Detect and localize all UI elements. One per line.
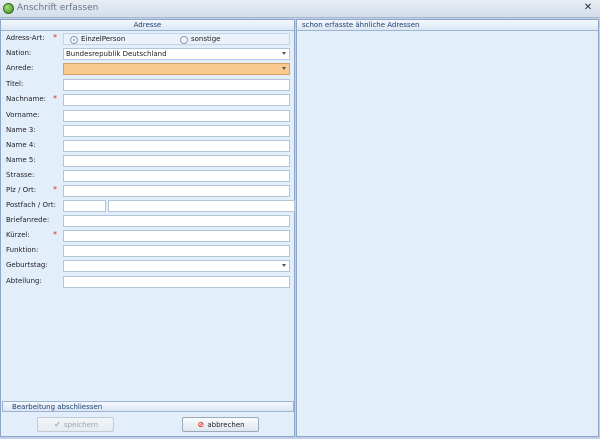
- radio-einzelperson-label: EinzelPerson: [81, 35, 126, 43]
- postfach-ort-label: Postfach / Ort:: [6, 201, 56, 209]
- nation-value: Bundesrepublik Deutschland: [66, 50, 167, 58]
- geburtstag-select[interactable]: [63, 260, 290, 272]
- titel-input[interactable]: [63, 79, 290, 91]
- name4-label: Name 4:: [6, 141, 36, 149]
- funktion-label: Funktion:: [6, 246, 39, 254]
- postfach-input[interactable]: [63, 200, 106, 212]
- name4-input[interactable]: [63, 140, 290, 152]
- required-marker: *: [53, 94, 57, 103]
- radio-sonstige-label: sonstige: [191, 35, 221, 43]
- strasse-label: Strasse:: [6, 171, 35, 179]
- adress-art-label: Adress-Art:: [6, 34, 45, 42]
- row-funktion: Funktion:: [1, 245, 296, 257]
- nation-label: Nation:: [6, 49, 32, 57]
- save-button-label: speichern: [63, 421, 99, 429]
- adress-art-radio-group: EinzelPerson sonstige: [63, 33, 290, 45]
- row-name3: Name 3:: [1, 125, 296, 137]
- vorname-label: Vorname:: [6, 111, 40, 119]
- plz-ort-label: Plz / Ort:: [6, 186, 37, 194]
- required-marker: *: [53, 33, 57, 42]
- radio-checked-icon: [70, 36, 78, 44]
- plz-ort-input[interactable]: [63, 185, 290, 197]
- abteilung-label: Abteilung:: [6, 277, 42, 285]
- row-geburtstag: Geburtstag:: [1, 260, 296, 272]
- chevron-down-icon: [282, 67, 286, 70]
- dialog-body: Adresse Adress-Art: * EinzelPerson sonst…: [0, 18, 600, 439]
- row-vorname: Vorname:: [1, 110, 296, 122]
- stop-icon: ⊘: [197, 420, 205, 429]
- row-name5: Name 5:: [1, 155, 296, 167]
- name5-label: Name 5:: [6, 156, 36, 164]
- nachname-input[interactable]: [63, 94, 290, 106]
- radio-unchecked-icon: [180, 36, 188, 44]
- address-panel: Adresse Adress-Art: * EinzelPerson sonst…: [0, 19, 295, 437]
- close-button[interactable]: ✕: [582, 2, 594, 14]
- cancel-button[interactable]: ⊘ abbrechen: [182, 417, 259, 432]
- row-nation: Nation: Bundesrepublik Deutschland: [1, 48, 296, 60]
- vorname-input[interactable]: [63, 110, 290, 122]
- app-icon: [3, 3, 14, 14]
- nachname-label: Nachname:: [6, 95, 47, 103]
- anrede-select[interactable]: [63, 63, 290, 75]
- row-anrede: Anrede:: [1, 63, 296, 75]
- row-briefanrede: Briefanrede:: [1, 215, 296, 227]
- briefanrede-label: Briefanrede:: [6, 216, 50, 224]
- row-postfach-ort: Postfach / Ort:: [1, 200, 296, 212]
- title-bar: Anschrift erfassen ✕: [0, 0, 600, 18]
- row-titel: Titel:: [1, 79, 296, 91]
- address-panel-header: Adresse: [1, 20, 294, 31]
- row-adress-art: Adress-Art: * EinzelPerson sonstige: [1, 33, 296, 45]
- kuerzel-input[interactable]: [63, 230, 290, 242]
- required-marker: *: [53, 230, 57, 239]
- row-nachname: Nachname: *: [1, 94, 296, 106]
- geburtstag-label: Geburtstag:: [6, 261, 48, 269]
- similar-addresses-header: schon erfasste ähnliche Adressen: [297, 20, 598, 31]
- anrede-label: Anrede:: [6, 64, 34, 72]
- strasse-input[interactable]: [63, 170, 290, 182]
- nation-select[interactable]: Bundesrepublik Deutschland: [63, 48, 290, 60]
- finish-editing-bar: Bearbeitung abschliessen: [2, 401, 294, 412]
- abteilung-input[interactable]: [63, 276, 290, 288]
- cancel-button-label: abbrechen: [207, 421, 245, 429]
- funktion-input[interactable]: [63, 245, 290, 257]
- briefanrede-input[interactable]: [63, 215, 290, 227]
- chevron-down-icon: [282, 52, 286, 55]
- titel-label: Titel:: [6, 80, 24, 88]
- finish-editing-label: Bearbeitung abschliessen: [12, 403, 103, 411]
- name3-input[interactable]: [63, 125, 290, 137]
- window-title: Anschrift erfassen: [17, 3, 99, 13]
- required-marker: *: [53, 185, 57, 194]
- similar-addresses-panel: schon erfasste ähnliche Adressen: [296, 19, 599, 437]
- save-button[interactable]: ✔ speichern: [37, 417, 114, 432]
- row-abteilung: Abteilung:: [1, 276, 296, 288]
- postfach-ort-input[interactable]: [108, 200, 295, 212]
- chevron-down-icon: [282, 264, 286, 267]
- row-kuerzel: Kürzel: *: [1, 230, 296, 242]
- name3-label: Name 3:: [6, 126, 36, 134]
- row-name4: Name 4:: [1, 140, 296, 152]
- check-icon: ✔: [54, 420, 61, 429]
- kuerzel-label: Kürzel:: [6, 231, 30, 239]
- row-strasse: Strasse:: [1, 170, 296, 182]
- row-plz-ort: Plz / Ort: *: [1, 185, 296, 197]
- name5-input[interactable]: [63, 155, 290, 167]
